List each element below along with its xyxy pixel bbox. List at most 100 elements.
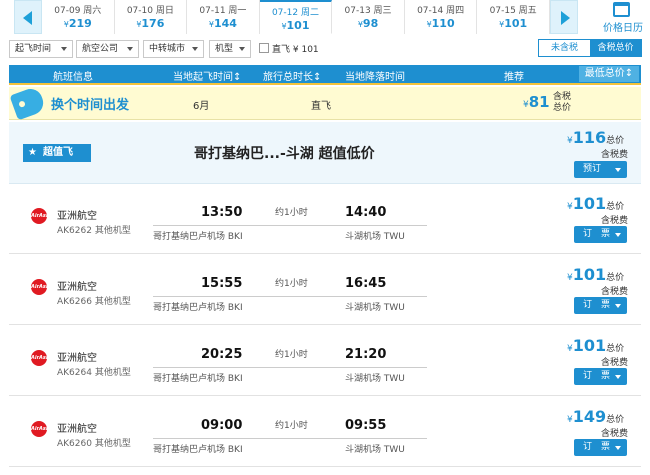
date-tabs: 07-09 周六 ¥219 07-10 周日 ¥176 07-11 周一 ¥144 0… <box>42 0 550 34</box>
date-tab[interactable]: 07-11 周一 ¥144 <box>187 0 260 34</box>
date-price: ¥176 <box>136 17 165 30</box>
super-value-row: ★ 超值飞 哥打基纳巴...-斗湖 超值低价 ¥116总价 含税费 预订 <box>9 122 641 184</box>
date-tab[interactable]: 07-09 周六 ¥219 <box>42 0 115 34</box>
date-tab[interactable]: 07-13 周三 ¥98 <box>332 0 405 34</box>
book-button[interactable]: 订 票 <box>574 439 627 456</box>
column-header: 航班信息 当地起飞时间↕ 旅行总时长↕ 当地降落时间 推荐 最低总价↕ <box>9 65 641 85</box>
date-tab[interactable]: 07-15 周五 ¥101 <box>477 0 550 34</box>
depart-time-select[interactable]: 起飞时间 <box>9 40 73 58</box>
date-label: 07-13 周三 <box>344 6 392 16</box>
arrive-time: 21:20 <box>345 347 387 362</box>
chevron-down-icon <box>615 304 621 308</box>
super-value-price: ¥116总价 <box>567 128 625 147</box>
transfer-city-select[interactable]: 中转城市 <box>143 40 204 58</box>
chevron-down-icon <box>615 168 621 172</box>
col-recommend[interactable]: 推荐 <box>504 68 524 83</box>
date-label: 07-10 周日 <box>126 6 174 16</box>
chevron-right-icon <box>561 11 570 25</box>
date-price: ¥98 <box>357 17 379 30</box>
col-duration[interactable]: 旅行总时长↕ <box>263 68 321 83</box>
chevron-down-icon <box>127 47 133 51</box>
tax-included-label: 含税费 <box>601 287 629 297</box>
flight-number: AK6266 其他机型 <box>57 297 131 307</box>
date-tab-active[interactable]: 07-12 周二 ¥101 <box>259 0 333 34</box>
date-tab[interactable]: 07-14 周四 ¥110 <box>404 0 478 34</box>
airline-name: 亚洲航空 <box>57 424 97 435</box>
flight-duration: 约1小时 <box>275 421 308 431</box>
flight-number: AK6264 其他机型 <box>57 368 131 378</box>
depart-time: 09:00 <box>201 418 243 433</box>
date-label: 07-12 周二 <box>271 8 319 18</box>
arrive-airport: 斗湖机场 TWU <box>345 303 405 313</box>
tax-excluded-button[interactable]: 未含税 <box>539 40 590 56</box>
flight-row: AirAsia 亚洲航空 AK6262 其他机型 13:50 约1小时 14:4… <box>9 186 641 254</box>
book-button[interactable]: 订 票 <box>574 226 627 243</box>
airline-select[interactable]: 航空公司 <box>76 40 139 58</box>
arrive-time: 16:45 <box>345 276 387 291</box>
tax-included-label: 含税费 <box>601 216 629 226</box>
chevron-down-icon <box>239 47 245 51</box>
date-price: ¥101 <box>281 19 310 32</box>
depart-airport: 哥打基纳巴卢机场 BKI <box>153 445 243 455</box>
date-price: ¥110 <box>426 17 455 30</box>
route-line <box>153 225 427 226</box>
change-time-row[interactable]: 换个时间出发 6月 直飞 ¥81 含税总价 <box>9 85 641 121</box>
airline-name: 亚洲航空 <box>57 353 97 364</box>
tax-included-label: 含税费 <box>601 358 629 368</box>
depart-airport: 哥打基纳巴卢机场 BKI <box>153 374 243 384</box>
tax-toggle: 未含税 含税总价 <box>538 39 642 57</box>
book-button[interactable]: 订 票 <box>574 297 627 314</box>
flight-row: AirAsia 亚洲航空 AK6266 其他机型 15:55 约1小时 16:4… <box>9 257 641 325</box>
airasia-logo-icon: AirAsia <box>31 208 51 224</box>
price-calendar-button[interactable]: 价格日历 <box>596 0 650 34</box>
date-strip: 07-09 周六 ¥219 07-10 周日 ¥176 07-11 周一 ¥144 0… <box>0 0 650 34</box>
depart-time: 13:50 <box>201 205 243 220</box>
date-label: 07-15 周五 <box>489 6 537 16</box>
arrive-airport: 斗湖机场 TWU <box>345 445 405 455</box>
change-time-tax-note: 含税总价 <box>553 92 572 113</box>
book-button[interactable]: 订 票 <box>574 368 627 385</box>
chevron-left-icon <box>23 11 32 25</box>
arrive-time: 14:40 <box>345 205 387 220</box>
super-value-tax: 含税费 <box>601 150 629 160</box>
chevron-down-icon <box>615 446 621 450</box>
airasia-logo-icon: AirAsia <box>31 279 51 295</box>
flight-number: AK6262 其他机型 <box>57 226 131 236</box>
change-time-month: 6月 <box>193 101 210 112</box>
depart-airport: 哥打基纳巴卢机场 BKI <box>153 303 243 313</box>
chevron-down-icon <box>615 233 621 237</box>
col-flight-info: 航班信息 <box>53 72 93 83</box>
airline-name: 亚洲航空 <box>57 282 97 293</box>
flight-price: ¥101总价 <box>567 265 625 284</box>
super-value-book-button[interactable]: 预订 <box>574 161 627 178</box>
flight-row: AirAsia 亚洲航空 AK6264 其他机型 20:25 约1小时 21:2… <box>9 328 641 396</box>
route-line <box>153 367 427 368</box>
route-line <box>153 296 427 297</box>
date-label: 07-11 周一 <box>199 6 247 16</box>
flight-price: ¥101总价 <box>567 336 625 355</box>
prev-dates-button[interactable] <box>14 0 42 34</box>
next-dates-button[interactable] <box>550 0 578 34</box>
tax-included-button[interactable]: 含税总价 <box>590 40 641 56</box>
aircraft-select[interactable]: 机型 <box>209 40 251 58</box>
airasia-logo-icon: AirAsia <box>31 421 51 437</box>
change-time-price: ¥81 <box>523 93 550 111</box>
super-value-headline: 哥打基纳巴...-斗湖 超值低价 <box>194 146 375 162</box>
flight-duration: 约1小时 <box>275 350 308 360</box>
airline-name: 亚洲航空 <box>57 211 97 222</box>
date-tab[interactable]: 07-10 周日 ¥176 <box>114 0 188 34</box>
date-label: 07-14 周四 <box>417 6 465 16</box>
chevron-down-icon <box>192 47 198 51</box>
date-price: ¥219 <box>63 17 92 30</box>
route-line <box>153 438 427 439</box>
arrive-airport: 斗湖机场 TWU <box>345 232 405 242</box>
col-depart-time[interactable]: 当地起飞时间↕ <box>173 68 241 83</box>
col-lowest-price[interactable]: 最低总价↕ <box>579 66 639 82</box>
chevron-down-icon <box>61 47 67 51</box>
calendar-icon <box>613 2 630 17</box>
price-tag-icon <box>9 85 47 121</box>
date-price: ¥144 <box>208 17 237 30</box>
col-arrive-time: 当地降落时间 <box>345 72 405 83</box>
super-value-badge: ★ 超值飞 <box>23 144 91 162</box>
direct-checkbox[interactable] <box>259 43 269 53</box>
